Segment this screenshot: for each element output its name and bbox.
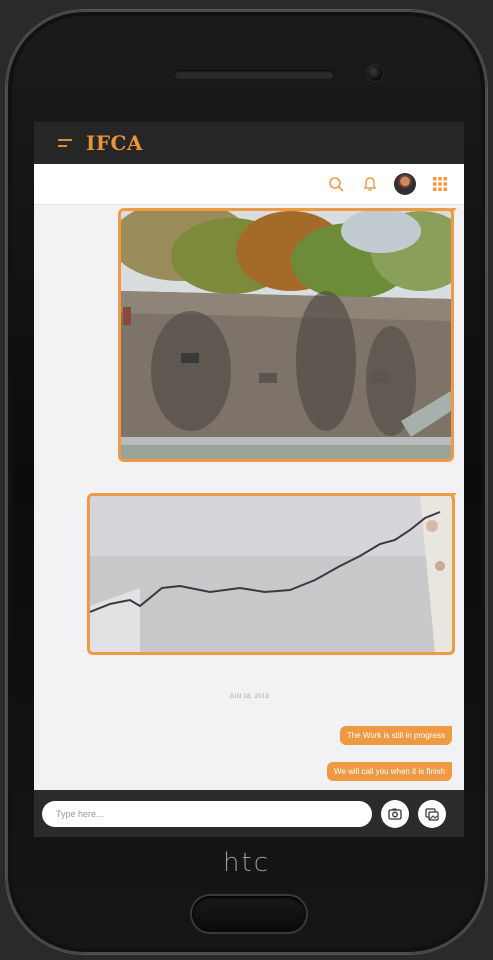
app-logo: IFCA [86,131,143,155]
hamburger-menu-icon[interactable] [58,139,72,147]
gallery-icon [425,807,439,821]
wall-crack-photo [90,496,452,652]
front-camera [366,64,384,82]
home-button[interactable] [192,896,306,932]
message-list[interactable]: JUN 18, 2019 The Work is still in progre… [34,206,464,791]
image-message-wall-crack[interactable] [87,493,455,655]
camera-button[interactable] [381,799,409,828]
search-icon[interactable] [326,174,346,194]
user-avatar[interactable] [394,173,416,195]
app-screen: IFCA JUN 18, 2019 The Work is still in p… [34,122,464,837]
toolbar [34,164,464,205]
image-message-roof[interactable] [118,208,454,462]
gallery-button[interactable] [418,799,446,828]
bubble-tail [451,208,457,214]
grid-menu-icon[interactable] [430,174,450,194]
camera-icon [388,808,402,820]
bubble-tail [451,493,457,499]
outgoing-message[interactable]: The Work is still in progress [339,726,452,745]
earpiece-speaker [174,70,334,79]
outgoing-message[interactable]: We will call you when it is finish [326,762,452,781]
roof-photo [121,211,451,459]
device-brand-logo: htc [223,848,270,878]
date-separator: JUN 18, 2019 [228,694,270,700]
composer-bar [34,790,464,837]
bell-icon[interactable] [360,174,380,194]
app-bar: IFCA [34,122,464,164]
message-input[interactable] [42,800,372,827]
